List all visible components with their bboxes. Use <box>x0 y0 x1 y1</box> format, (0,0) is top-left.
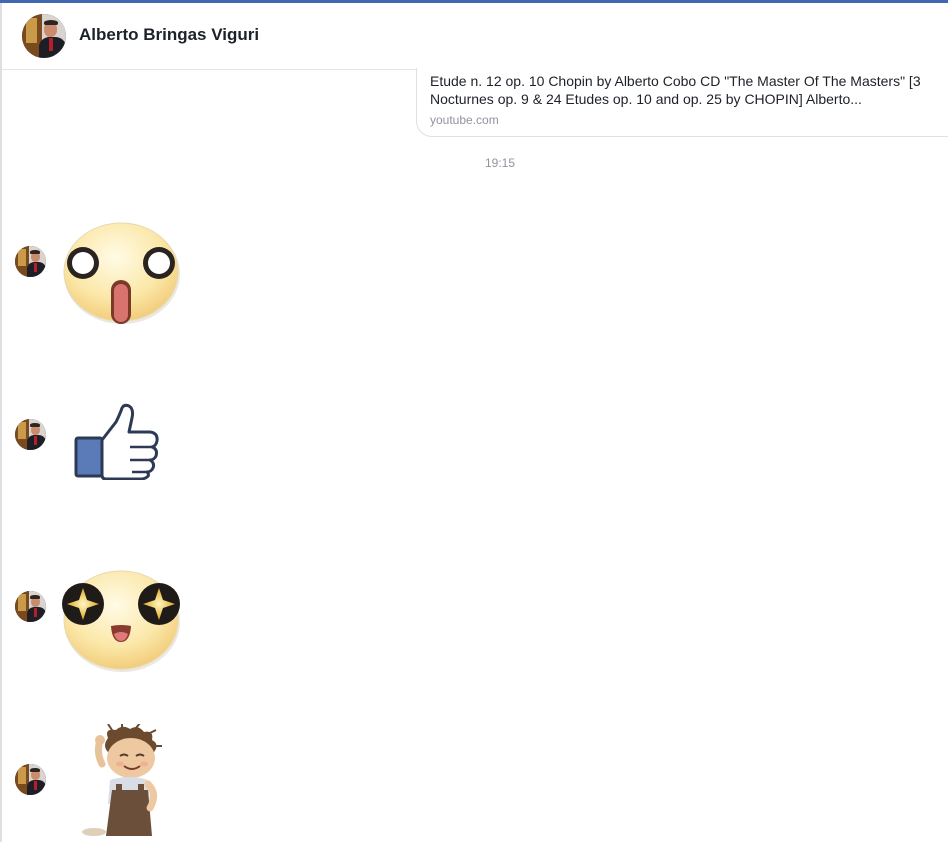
starry-eyes-face-sticker[interactable] <box>58 564 186 676</box>
contact-name[interactable]: Alberto Bringas Viguri <box>79 25 259 45</box>
left-divider <box>0 3 2 842</box>
sender-avatar[interactable] <box>15 246 46 277</box>
link-preview-card[interactable]: Etude n. 12 op. 10 Chopin by Alberto Cob… <box>416 68 948 137</box>
sender-avatar[interactable] <box>15 591 46 622</box>
link-preview-domain: youtube.com <box>430 113 499 127</box>
link-preview-title[interactable]: Etude n. 12 op. 10 Chopin by Alberto Cob… <box>430 72 948 108</box>
sender-avatar[interactable] <box>15 419 46 450</box>
sender-avatar[interactable] <box>15 764 46 795</box>
thumbs-up-sticker[interactable] <box>72 402 162 480</box>
conversation-header: Alberto Bringas Viguri <box>2 3 948 70</box>
happy-kid-dancing-sticker[interactable] <box>78 724 178 836</box>
message-timestamp: 19:15 <box>485 156 516 170</box>
surprised-face-sticker[interactable] <box>58 218 186 330</box>
contact-avatar[interactable] <box>22 14 66 58</box>
